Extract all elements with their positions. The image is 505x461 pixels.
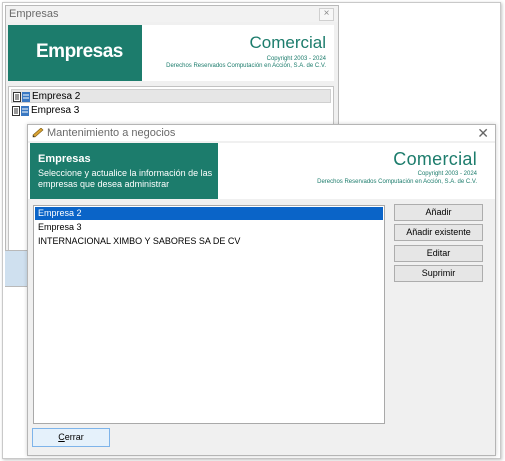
- list-item[interactable]: Empresa 2: [35, 207, 383, 220]
- empresas-window-title: Empresas: [9, 8, 59, 20]
- close-icon[interactable]: ✕: [477, 125, 489, 141]
- empresas-window-titlebar: Empresas: [6, 6, 338, 22]
- delete-button[interactable]: Suprimir: [394, 265, 483, 282]
- list-item[interactable]: INTERNACIONAL XIMBO Y SABORES SA DE CV: [35, 235, 383, 248]
- copyright-line-1: Copyright 2003 - 2024: [266, 56, 326, 62]
- copyright-text: Copyright 2003 - 2024 Derechos Reservado…: [317, 170, 477, 186]
- tree-item-empresa-2[interactable]: Empresa 2: [11, 89, 331, 103]
- close-icon[interactable]: ×: [319, 8, 334, 21]
- dialog-header-title: Empresas: [38, 153, 91, 165]
- empresas-header-title: Empresas: [36, 41, 123, 62]
- add-button[interactable]: Añadir: [394, 204, 483, 221]
- dialog-header: Empresas Seleccione y actualice la infor…: [28, 143, 495, 199]
- copyright-line-2: Derechos Reservados Computación en Acció…: [166, 63, 326, 69]
- empresas-header: Empresas Comercial Copyright 2003 - 2024…: [8, 25, 334, 81]
- pencil-icon: [32, 128, 44, 138]
- add-existing-button[interactable]: Añadir existente: [394, 224, 483, 241]
- dialog-header-description: Seleccione y actualice la información de…: [38, 168, 213, 189]
- copyright-text: Copyright 2003 - 2024 Derechos Reservado…: [166, 56, 326, 70]
- taskbar-strip: [5, 250, 27, 286]
- dialog-titlebar: Mantenimiento a negocios ✕: [28, 125, 495, 141]
- edit-button[interactable]: Editar: [394, 245, 483, 262]
- dialog-title: Mantenimiento a negocios: [47, 127, 176, 139]
- database-icon: [12, 106, 29, 116]
- close-button[interactable]: Cerrar: [32, 428, 110, 447]
- empresas-header-banner: Empresas: [8, 25, 142, 81]
- close-button-label: errar: [64, 432, 84, 442]
- database-icon: [13, 92, 30, 102]
- tree-item-label: Empresa 3: [31, 105, 80, 116]
- brand-logo-text: Comercial: [393, 149, 477, 169]
- brand-logo-text: Comercial: [249, 33, 326, 52]
- dialog-header-banner: Empresas Seleccione y actualice la infor…: [30, 143, 218, 199]
- empresas-listbox[interactable]: Empresa 2 Empresa 3 INTERNACIONAL XIMBO …: [33, 205, 385, 424]
- mantenimiento-dialog: Mantenimiento a negocios ✕ Empresas Sele…: [27, 124, 496, 456]
- copyright-line-2: Derechos Reservados Computación en Acció…: [317, 179, 477, 185]
- tree-item-label: Empresa 2: [32, 91, 81, 102]
- copyright-line-1: Copyright 2003 - 2024: [417, 171, 477, 177]
- list-item[interactable]: Empresa 3: [35, 221, 383, 234]
- tree-item-empresa-3[interactable]: Empresa 3: [11, 104, 331, 118]
